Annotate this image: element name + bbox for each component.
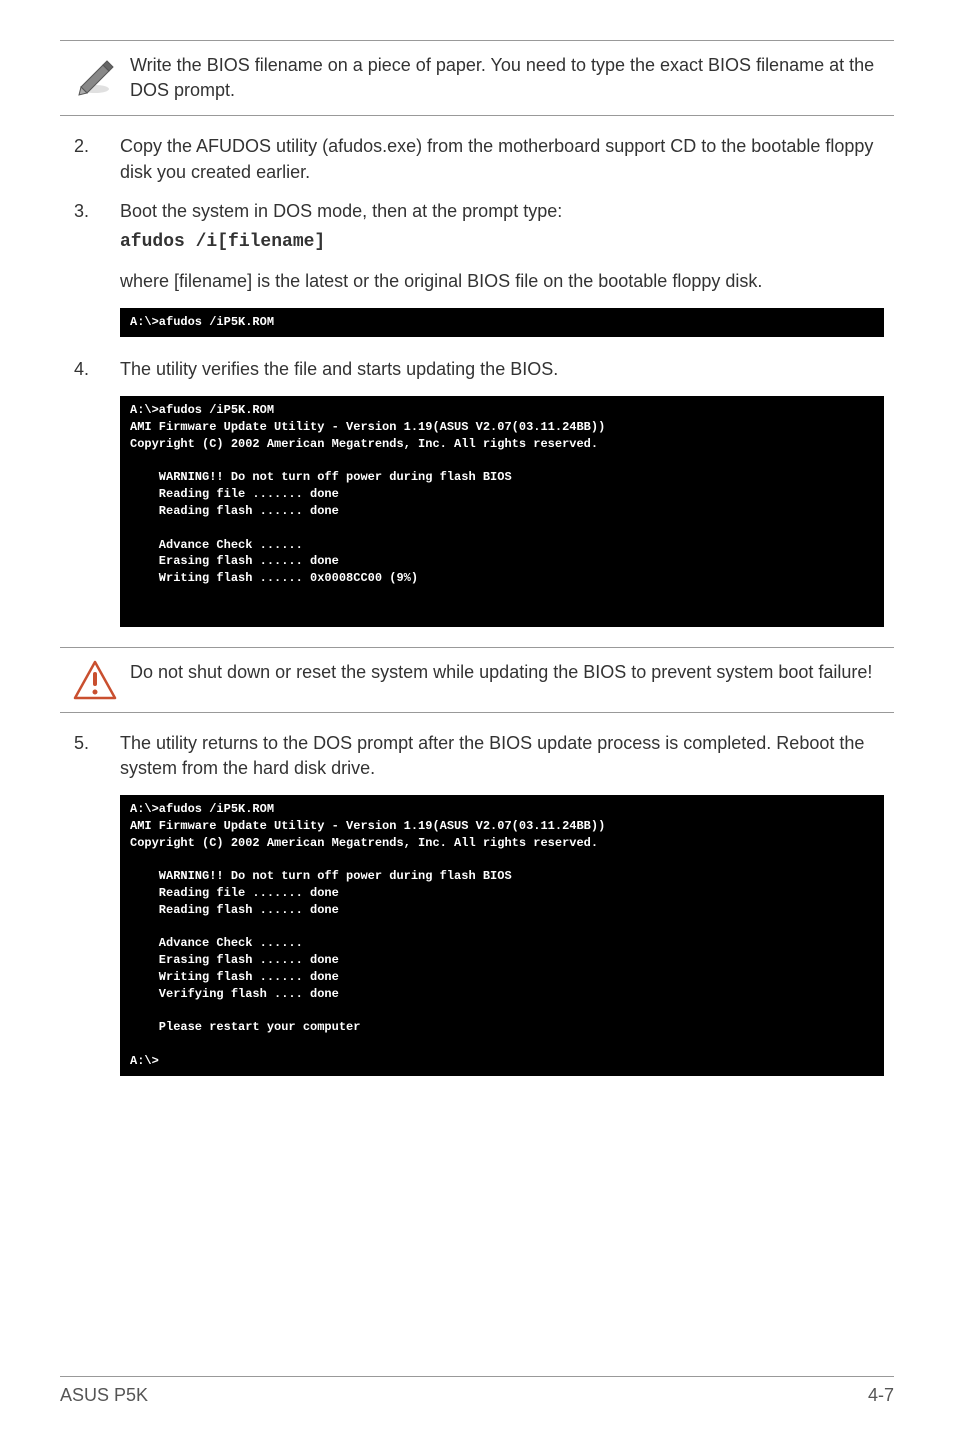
footer-right: 4-7 bbox=[868, 1383, 894, 1408]
step-4: 4. The utility verifies the file and sta… bbox=[60, 357, 894, 382]
step-2: 2. Copy the AFUDOS utility (afudos.exe) … bbox=[60, 134, 894, 184]
step-3-code: afudos /i[filename] bbox=[120, 230, 894, 255]
step-3: 3. Boot the system in DOS mode, then at … bbox=[60, 199, 894, 255]
step-5-num: 5. bbox=[60, 731, 120, 781]
step-3-text: Boot the system in DOS mode, then at the… bbox=[120, 199, 894, 224]
terminal-1: A:\>afudos /iP5K.ROM bbox=[120, 308, 884, 337]
warning-box: Do not shut down or reset the system whi… bbox=[60, 647, 894, 713]
step-2-num: 2. bbox=[60, 134, 120, 184]
page-footer: ASUS P5K 4-7 bbox=[60, 1376, 894, 1408]
step-5: 5. The utility returns to the DOS prompt… bbox=[60, 731, 894, 781]
step-2-text: Copy the AFUDOS utility (afudos.exe) fro… bbox=[120, 134, 894, 184]
note-text-1: Write the BIOS filename on a piece of pa… bbox=[130, 53, 894, 103]
terminal-2: A:\>afudos /iP5K.ROM AMI Firmware Update… bbox=[120, 396, 884, 626]
pencil-note-icon bbox=[60, 53, 130, 97]
step-3-num: 3. bbox=[60, 199, 120, 255]
note-box-1: Write the BIOS filename on a piece of pa… bbox=[60, 40, 894, 116]
step-4-text: The utility verifies the file and starts… bbox=[120, 357, 894, 382]
step-4-num: 4. bbox=[60, 357, 120, 382]
footer-left: ASUS P5K bbox=[60, 1383, 148, 1408]
step-3-explain: where [filename] is the latest or the or… bbox=[120, 269, 894, 294]
terminal-3: A:\>afudos /iP5K.ROM AMI Firmware Update… bbox=[120, 795, 884, 1076]
step-5-text: The utility returns to the DOS prompt af… bbox=[120, 731, 894, 781]
warning-icon bbox=[60, 660, 130, 700]
warning-text: Do not shut down or reset the system whi… bbox=[130, 660, 894, 685]
